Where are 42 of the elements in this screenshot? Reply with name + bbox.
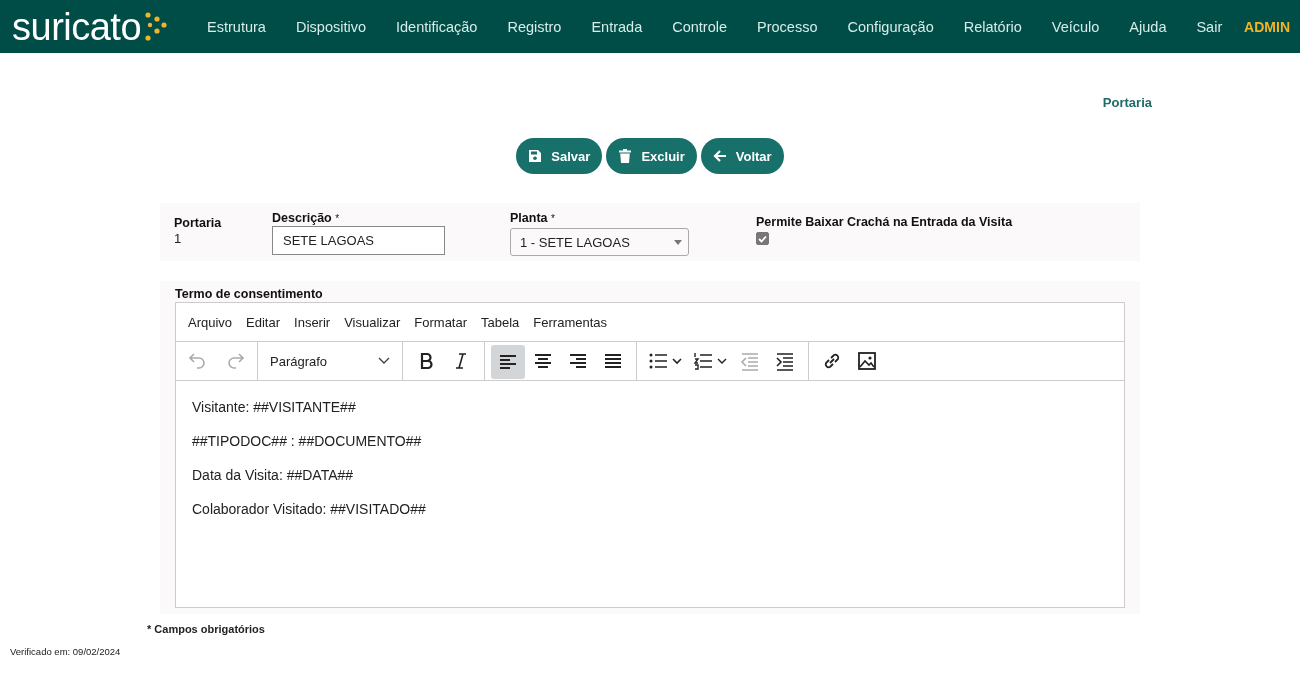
page-title: Portaria xyxy=(1102,95,1152,110)
editor-menu-item[interactable]: Arquivo xyxy=(182,314,239,330)
paragraph-format-dropdown[interactable]: Parágrafo xyxy=(264,344,396,378)
nav-link[interactable]: Sair xyxy=(1181,18,1238,35)
editor-menu-item[interactable]: Visualizar xyxy=(338,314,407,330)
nav-link[interactable]: Entrada xyxy=(576,18,658,35)
field-label: Permite Baixar Crachá na Entrada da Visita xyxy=(756,215,1013,229)
editor-menu-item[interactable]: Tabela xyxy=(475,314,526,330)
description-input[interactable]: SETE LAGOAS xyxy=(272,226,445,255)
editor-paragraph: Visitante: ##VISITANTE## xyxy=(192,399,357,415)
verified-date: Verificado em: 09/02/2024 xyxy=(10,646,122,657)
editor-paragraph: Colaborador Visitado: ##VISITADO## xyxy=(192,501,427,517)
delete-button[interactable]: Excluir xyxy=(606,138,697,174)
required-fields-note: * Campos obrigatórios xyxy=(147,623,266,635)
nav-link[interactable]: Ajuda xyxy=(1114,18,1182,35)
nav-link[interactable]: Configuração xyxy=(832,18,949,35)
save-button[interactable]: Salvar xyxy=(516,138,603,174)
field-label: Planta * xyxy=(510,211,556,225)
logo-text: suricato xyxy=(12,6,142,47)
nav-link[interactable]: Controle xyxy=(657,18,743,35)
nav-link[interactable]: Estrutura xyxy=(192,18,281,35)
nav-link[interactable]: Veículo xyxy=(1036,18,1115,35)
field-value: 1 xyxy=(174,231,183,246)
field-label: Descrição * xyxy=(272,211,341,225)
editor-menu-item[interactable]: Ferramentas xyxy=(527,314,614,330)
nav-link[interactable]: Registro xyxy=(492,18,577,35)
editor-paragraph: ##TIPODOC## : ##DOCUMENTO## xyxy=(192,433,423,449)
editor-menu-item[interactable]: Formatar xyxy=(408,314,474,330)
nav-link[interactable]: Dispositivo xyxy=(280,18,381,35)
nav-link[interactable]: Relatório xyxy=(948,18,1037,35)
field-label: Portaria xyxy=(174,216,223,230)
back-button[interactable]: Voltar xyxy=(700,138,784,174)
nav-link[interactable]: Identificação xyxy=(381,18,493,35)
editor-menu-item[interactable]: Inserir xyxy=(288,314,337,330)
plant-dropdown[interactable]: 1 - SETE LAGOAS xyxy=(510,228,689,256)
editor-menu-item[interactable]: Editar xyxy=(240,314,287,330)
editor-paragraph: Data da Visita: ##DATA## xyxy=(192,467,355,483)
user-name[interactable]: ADMIN xyxy=(1244,18,1290,35)
required-mark: * xyxy=(335,213,340,224)
nav-link[interactable]: Processo xyxy=(742,18,833,35)
required-mark: * xyxy=(551,213,555,224)
editor-label: Termo de consentimento xyxy=(175,287,324,301)
